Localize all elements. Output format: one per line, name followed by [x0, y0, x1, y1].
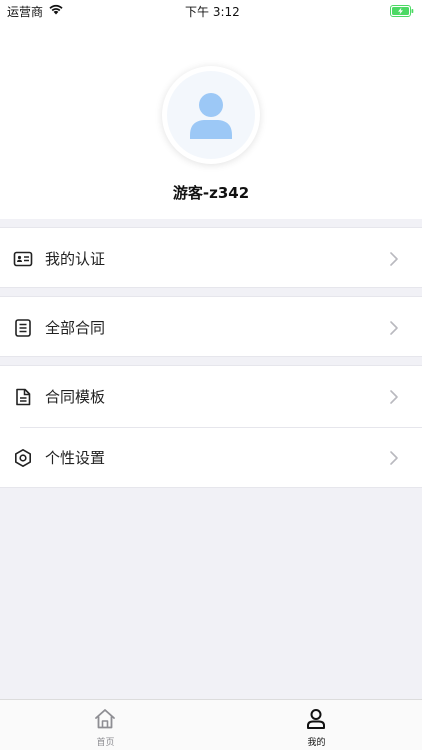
tab-mine-label: 我的: [307, 738, 326, 748]
person-icon: [190, 93, 232, 139]
home-icon: [93, 707, 117, 731]
menu-group-contracts: 全部合同: [0, 296, 422, 357]
clock: 下午 3:12: [185, 5, 240, 19]
menu-item-label: 合同模板: [45, 388, 106, 406]
id-card-icon: [13, 249, 33, 269]
menu-item-label: 全部合同: [45, 319, 106, 337]
chevron-right-icon: [389, 320, 399, 336]
chevron-right-icon: [389, 450, 399, 466]
username: 游客-z342: [172, 184, 250, 202]
document-list-icon: [13, 318, 33, 338]
menu-item-all-contracts[interactable]: 全部合同: [0, 297, 422, 358]
screen: 运营商 下午 3:12 游客-z342 我的认证 全部合同 合同模板 个性设置 …: [0, 0, 422, 750]
status-bar: 运营商 下午 3:12: [0, 0, 422, 22]
chevron-right-icon: [389, 251, 399, 267]
menu-item-label: 个性设置: [45, 449, 106, 467]
tab-home-label: 首页: [96, 738, 115, 748]
menu-item-contract-templates[interactable]: 合同模板: [0, 366, 422, 428]
tab-bar: 首页 我的: [0, 699, 422, 750]
chevron-right-icon: [389, 389, 399, 405]
file-icon: [13, 387, 33, 407]
tab-home[interactable]: 首页: [0, 700, 211, 750]
avatar-image: [167, 71, 255, 159]
menu-item-personal-settings[interactable]: 个性设置: [0, 427, 422, 488]
battery-icon: [390, 5, 414, 17]
carrier-label: 运营商: [7, 5, 44, 19]
tab-mine[interactable]: 我的: [211, 700, 422, 750]
menu-item-label: 我的认证: [45, 250, 106, 268]
avatar[interactable]: [162, 66, 260, 164]
menu-item-my-certification[interactable]: 我的认证: [0, 228, 422, 289]
profile-header: 游客-z342: [0, 22, 422, 219]
wifi-icon: [48, 3, 64, 19]
menu-group-certification: 我的认证: [0, 227, 422, 288]
person-icon: [304, 707, 328, 731]
hexagon-settings-icon: [13, 448, 33, 468]
menu-group-templates-settings: 合同模板 个性设置: [0, 365, 422, 488]
